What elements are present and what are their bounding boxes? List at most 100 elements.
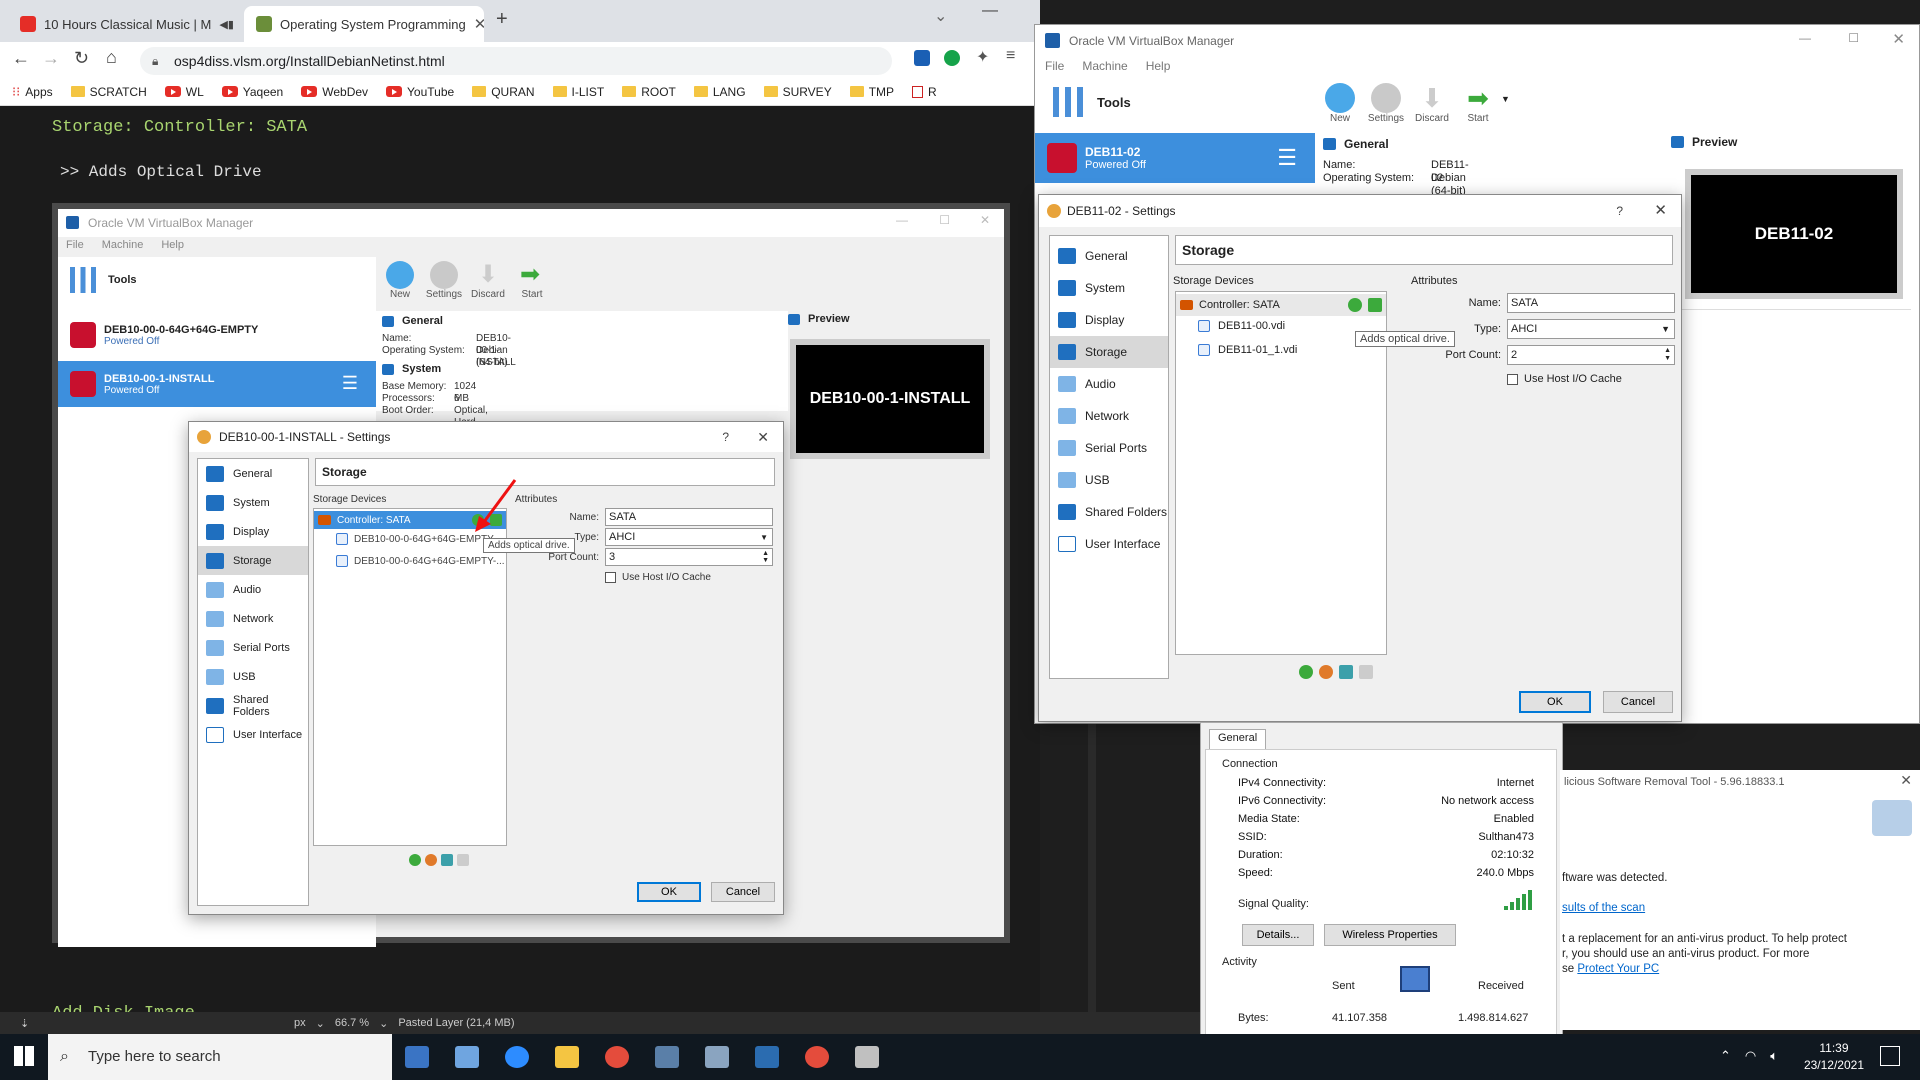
menu-file[interactable]: File: [1045, 59, 1064, 73]
nav-shared-folders[interactable]: Shared Folders: [1050, 496, 1168, 528]
nav-display[interactable]: Display: [1050, 304, 1168, 336]
remove-controller-icon[interactable]: [1319, 665, 1333, 679]
controller-sata-row[interactable]: Controller: SATA: [1176, 294, 1386, 316]
bookmark-apps[interactable]: ⁝⁝ Apps: [12, 84, 53, 100]
image-editor-icon[interactable]: [855, 1046, 879, 1068]
nav-network[interactable]: Network: [1050, 400, 1168, 432]
chevron-down-icon[interactable]: ⌄: [379, 1017, 388, 1030]
app-icon[interactable]: [705, 1046, 729, 1068]
add-controller-icon[interactable]: [1299, 665, 1313, 679]
nav-serial-ports[interactable]: Serial Ports: [1050, 432, 1168, 464]
notifications-icon[interactable]: [1880, 1046, 1900, 1066]
protect-your-pc-link[interactable]: Protect Your PC: [1577, 963, 1659, 975]
ok-button[interactable]: OK: [1519, 691, 1591, 713]
start-button[interactable]: ➡ Start: [1455, 83, 1501, 124]
disk-row-1[interactable]: DEB11-01_1.vdi: [1198, 344, 1297, 356]
wifi-icon[interactable]: ◠: [1745, 1048, 1756, 1064]
minimize-icon[interactable]: —: [982, 2, 998, 20]
bookmark-youtube[interactable]: YouTube: [386, 85, 454, 99]
type-select[interactable]: AHCI ▼: [1507, 319, 1675, 339]
windows-start-icon[interactable]: [14, 1046, 34, 1066]
port-count-spinner[interactable]: 2 ▲ ▼: [1507, 345, 1675, 365]
address-bar[interactable]: 🔒︎ osp4diss.vlsm.org/InstallDebianNetins…: [140, 47, 892, 75]
new-button[interactable]: New: [1317, 83, 1363, 124]
store-icon[interactable]: [405, 1046, 429, 1068]
bookmark-lang[interactable]: LANG: [693, 85, 746, 99]
vbox-tools-item[interactable]: Tools: [1053, 87, 1131, 117]
details-button[interactable]: Details...: [1242, 924, 1314, 946]
nav-audio[interactable]: Audio: [1050, 368, 1168, 400]
reload-icon[interactable]: ↻: [74, 48, 89, 69]
close-icon[interactable]: ✕: [1900, 772, 1912, 789]
bookmark-tmp[interactable]: TMP: [849, 85, 894, 99]
inner-nav-usb: USB: [198, 662, 308, 691]
bookmark-reading-list[interactable]: R: [912, 85, 937, 99]
close-icon[interactable]: ✕: [1654, 195, 1667, 227]
remove-attachment-icon[interactable]: [1359, 665, 1373, 679]
minimize-icon[interactable]: —: [1799, 31, 1811, 45]
taskbar-clock[interactable]: 11:39 23/12/2021: [1804, 1040, 1864, 1074]
home-icon[interactable]: ⌂: [106, 47, 117, 68]
disk-row-0[interactable]: DEB11-00.vdi: [1198, 320, 1285, 332]
tab-search-chevron-icon[interactable]: ⌄: [934, 6, 947, 26]
grammarly-icon[interactable]: [944, 50, 960, 66]
scan-results-link[interactable]: sults of the scan: [1562, 902, 1645, 914]
close-icon[interactable]: ✕: [474, 15, 484, 33]
nav-system[interactable]: System: [1050, 272, 1168, 304]
back-icon[interactable]: ←: [12, 48, 30, 69]
tab-music[interactable]: 10 Hours Classical Music | M ◀▮ ✕: [8, 6, 240, 42]
extensions-puzzle-icon[interactable]: ✦: [976, 47, 989, 67]
chrome-profile-icon[interactable]: [805, 1046, 829, 1068]
network-tool-icon[interactable]: [655, 1046, 679, 1068]
name-field[interactable]: SATA: [1507, 293, 1675, 313]
add-attachment-icon[interactable]: [1339, 665, 1353, 679]
zoom-icon[interactable]: [505, 1046, 529, 1068]
vbox-vm-item[interactable]: DEB11-02 Powered Off ☰: [1035, 133, 1315, 183]
wireless-properties-button[interactable]: Wireless Properties: [1324, 924, 1456, 946]
bookmark-scratch[interactable]: SCRATCH: [70, 85, 147, 99]
unit-select[interactable]: px: [294, 1017, 306, 1029]
taskbar-search[interactable]: ⌕ Type here to search: [48, 1034, 392, 1080]
nav-usb[interactable]: USB: [1050, 464, 1168, 496]
bookmark-quran[interactable]: QURAN: [472, 85, 535, 99]
spinner-arrows-icon[interactable]: ▲ ▼: [1664, 347, 1671, 363]
help-icon[interactable]: ?: [1616, 195, 1623, 227]
app-window-icon[interactable]: [455, 1046, 479, 1068]
media-queue-icon[interactable]: ≡: [1006, 47, 1015, 65]
chrome-icon[interactable]: [605, 1046, 629, 1068]
add-hard-disk-icon[interactable]: [1368, 298, 1382, 312]
menu-help[interactable]: Help: [1146, 59, 1171, 73]
nav-general[interactable]: General: [1050, 240, 1168, 272]
nav-user-interface[interactable]: User Interface: [1050, 528, 1168, 560]
discard-button[interactable]: ⬇ Discard: [1409, 83, 1455, 124]
extension-m-icon[interactable]: [914, 50, 930, 66]
bookmark-survey[interactable]: SURVEY: [763, 85, 832, 99]
virtualbox-taskbar-icon[interactable]: [755, 1046, 779, 1068]
bookmark-i-list[interactable]: I-LIST: [552, 85, 604, 99]
bookmark-root[interactable]: ROOT: [622, 85, 676, 99]
maximize-icon[interactable]: ☐: [1848, 31, 1859, 45]
tab-osp[interactable]: Operating System Programming ✕: [244, 6, 484, 42]
volume-icon[interactable]: 🔈︎: [1770, 1048, 1778, 1064]
chevron-up-icon[interactable]: ⌃: [1720, 1048, 1731, 1064]
nav-storage[interactable]: Storage: [1050, 336, 1168, 368]
tab-general[interactable]: General: [1209, 729, 1267, 749]
bookmark-yaqeen[interactable]: Yaqeen: [221, 85, 283, 99]
close-icon[interactable]: ✕: [1892, 30, 1905, 48]
start-dropdown-icon[interactable]: ▼: [1501, 94, 1510, 104]
zoom-select[interactable]: 66.7 %: [335, 1017, 369, 1029]
new-tab-icon[interactable]: +: [496, 8, 508, 31]
vm-menu-icon[interactable]: ☰: [1277, 145, 1297, 171]
file-explorer-icon[interactable]: [555, 1046, 579, 1068]
forward-icon[interactable]: →: [42, 48, 60, 69]
menu-machine[interactable]: Machine: [1082, 59, 1127, 73]
add-optical-drive-icon[interactable]: [1348, 298, 1362, 312]
settings-button[interactable]: Settings: [1363, 83, 1409, 124]
host-cache-checkbox[interactable]: Use Host I/O Cache: [1507, 373, 1622, 385]
speaker-icon[interactable]: ◀▮: [219, 18, 234, 31]
cancel-button[interactable]: Cancel: [1603, 691, 1673, 713]
chevron-down-icon[interactable]: ⌄: [316, 1017, 325, 1030]
bookmark-wl[interactable]: WL: [164, 85, 204, 99]
tool-icon[interactable]: ⇣: [20, 1017, 34, 1030]
bookmark-webdev[interactable]: WebDev: [301, 85, 368, 99]
